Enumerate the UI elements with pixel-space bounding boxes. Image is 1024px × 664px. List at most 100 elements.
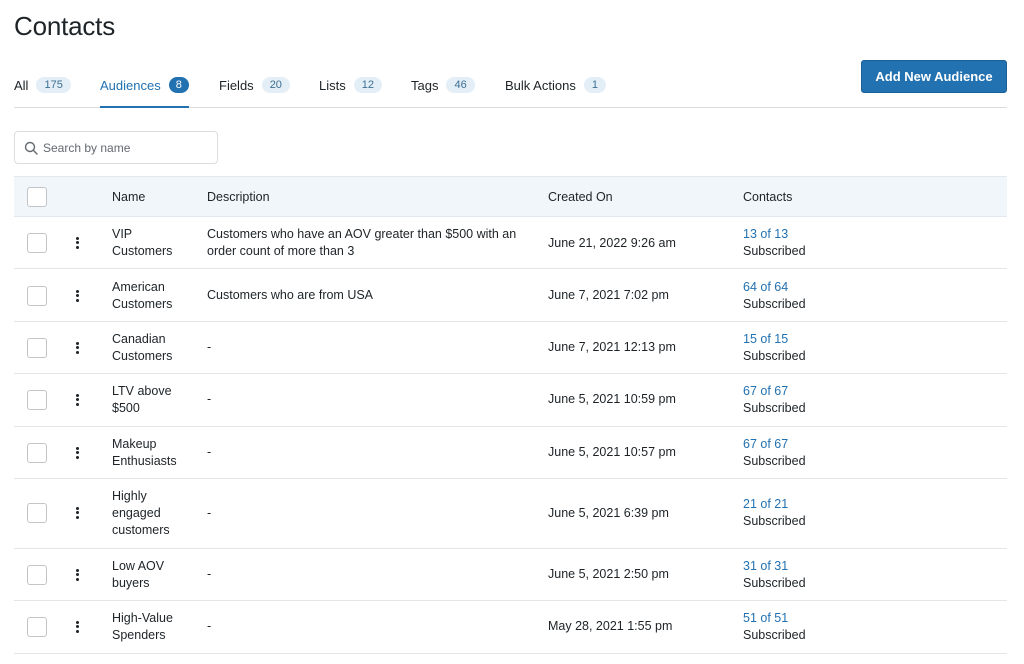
audience-description: -: [207, 506, 212, 520]
tab-count-badge: 46: [446, 77, 475, 93]
created-on: June 5, 2021 2:50 pm: [548, 567, 669, 581]
audience-name[interactable]: LTV above $500: [112, 383, 192, 417]
audience-description: Customers who have an AOV greater than $…: [207, 227, 517, 258]
tab-label: Fields: [219, 77, 254, 93]
subscription-status: Subscribed: [743, 349, 806, 363]
subscription-status: Subscribed: [743, 401, 806, 415]
audiences-table: Name Description Created On Contacts VIP…: [14, 176, 1007, 654]
row-checkbox[interactable]: [27, 443, 47, 463]
contacts-cell: 67 of 67 Subscribed: [743, 383, 806, 417]
subscription-status: Subscribed: [743, 628, 806, 642]
created-on: June 7, 2021 7:02 pm: [548, 288, 669, 302]
search-input[interactable]: [43, 132, 213, 163]
audience-name[interactable]: Low AOV buyers: [112, 558, 192, 592]
tab-count-badge: 175: [36, 77, 71, 93]
search-icon: [24, 141, 38, 155]
tab-tags[interactable]: Tags 46: [411, 74, 475, 96]
row-checkbox[interactable]: [27, 390, 47, 410]
row-checkbox[interactable]: [27, 503, 47, 523]
more-vertical-icon[interactable]: [70, 392, 84, 408]
created-on: June 7, 2021 12:13 pm: [548, 340, 676, 354]
column-header-name[interactable]: Name: [112, 190, 145, 204]
table-row[interactable]: American Customers Customers who are fro…: [14, 269, 1007, 322]
subscription-status: Subscribed: [743, 576, 806, 590]
page-title: Contacts: [14, 11, 116, 41]
audience-description: Customers who are from USA: [207, 288, 374, 302]
contacts-count-link[interactable]: 31 of 31: [743, 558, 806, 575]
contacts-count-link[interactable]: 15 of 15: [743, 331, 806, 348]
tab-bulk-actions[interactable]: Bulk Actions 1: [505, 74, 606, 96]
column-header-description: Description: [207, 190, 270, 204]
more-vertical-icon[interactable]: [70, 445, 84, 461]
audience-name[interactable]: Canadian Customers: [112, 331, 192, 365]
tab-fields[interactable]: Fields 20: [219, 74, 290, 96]
contacts-cell: 21 of 21 Subscribed: [743, 496, 806, 530]
table-row[interactable]: Makeup Enthusiasts - June 5, 2021 10:57 …: [14, 427, 1007, 479]
contacts-cell: 15 of 15 Subscribed: [743, 331, 806, 365]
table-row[interactable]: LTV above $500 - June 5, 2021 10:59 pm 6…: [14, 374, 1007, 427]
contacts-count-link[interactable]: 51 of 51: [743, 610, 806, 627]
table-row[interactable]: High-Value Spenders - May 28, 2021 1:55 …: [14, 601, 1007, 654]
table-row[interactable]: VIP Customers Customers who have an AOV …: [14, 217, 1007, 269]
search-box: [14, 131, 218, 164]
audience-name[interactable]: High-Value Spenders: [112, 610, 192, 644]
more-vertical-icon[interactable]: [70, 340, 84, 356]
created-on: June 5, 2021 10:59 pm: [548, 392, 676, 406]
audience-name[interactable]: VIP Customers: [112, 226, 192, 260]
contacts-cell: 13 of 13 Subscribed: [743, 226, 806, 260]
tab-count-badge: 20: [261, 77, 290, 93]
created-on: June 21, 2022 9:26 am: [548, 236, 676, 250]
audience-name[interactable]: American Customers: [112, 279, 192, 313]
tab-audiences[interactable]: Audiences 8: [100, 74, 189, 108]
more-vertical-icon[interactable]: [70, 505, 84, 521]
row-checkbox[interactable]: [27, 286, 47, 306]
created-on: June 5, 2021 6:39 pm: [548, 506, 669, 520]
table-row[interactable]: Highly engaged customers - June 5, 2021 …: [14, 479, 1007, 549]
audience-description: -: [207, 445, 212, 459]
more-vertical-icon[interactable]: [70, 619, 84, 635]
table-header: Name Description Created On Contacts: [14, 176, 1007, 217]
subscription-status: Subscribed: [743, 297, 806, 311]
created-on: May 28, 2021 1:55 pm: [548, 619, 673, 633]
contacts-cell: 67 of 67 Subscribed: [743, 436, 806, 470]
add-new-audience-button[interactable]: Add New Audience: [861, 60, 1007, 93]
more-vertical-icon[interactable]: [70, 235, 84, 251]
row-checkbox[interactable]: [27, 617, 47, 637]
tab-bar: All 175 Audiences 8 Fields 20 Lists 12 T…: [14, 62, 1007, 108]
column-header-contacts: Contacts: [743, 190, 793, 204]
tab-label: Audiences: [100, 77, 161, 93]
contacts-count-link[interactable]: 13 of 13: [743, 226, 806, 243]
table-row[interactable]: Canadian Customers - June 7, 2021 12:13 …: [14, 322, 1007, 374]
contacts-cell: 51 of 51 Subscribed: [743, 610, 806, 644]
audience-description: -: [207, 619, 212, 633]
tab-label: Tags: [411, 77, 439, 93]
row-checkbox[interactable]: [27, 565, 47, 585]
row-checkbox[interactable]: [27, 233, 47, 253]
subscription-status: Subscribed: [743, 514, 806, 528]
tab-count-badge: 12: [353, 77, 382, 93]
contacts-count-link[interactable]: 67 of 67: [743, 436, 806, 453]
created-on: June 5, 2021 10:57 pm: [548, 445, 676, 459]
row-checkbox[interactable]: [27, 338, 47, 358]
select-all-checkbox[interactable]: [27, 187, 47, 207]
contacts-cell: 64 of 64 Subscribed: [743, 279, 806, 313]
contacts-count-link[interactable]: 21 of 21: [743, 496, 806, 513]
audience-description: -: [207, 567, 212, 581]
tab-all[interactable]: All 175: [14, 74, 71, 96]
more-vertical-icon[interactable]: [70, 288, 84, 304]
audience-description: -: [207, 392, 212, 406]
contacts-cell: 31 of 31 Subscribed: [743, 558, 806, 592]
tab-lists[interactable]: Lists 12: [319, 74, 382, 96]
column-header-created-on[interactable]: Created On: [548, 190, 613, 204]
audience-name[interactable]: Makeup Enthusiasts: [112, 436, 192, 470]
subscription-status: Subscribed: [743, 244, 806, 258]
table-row[interactable]: Low AOV buyers - June 5, 2021 2:50 pm 31…: [14, 549, 1007, 601]
tab-count-badge: 1: [583, 77, 606, 93]
contacts-count-link[interactable]: 64 of 64: [743, 279, 806, 296]
subscription-status: Subscribed: [743, 454, 806, 468]
contacts-count-link[interactable]: 67 of 67: [743, 383, 806, 400]
tab-label: Lists: [319, 77, 346, 93]
tab-count-badge: 8: [168, 77, 189, 93]
more-vertical-icon[interactable]: [70, 567, 84, 583]
audience-name[interactable]: Highly engaged customers: [112, 488, 182, 539]
